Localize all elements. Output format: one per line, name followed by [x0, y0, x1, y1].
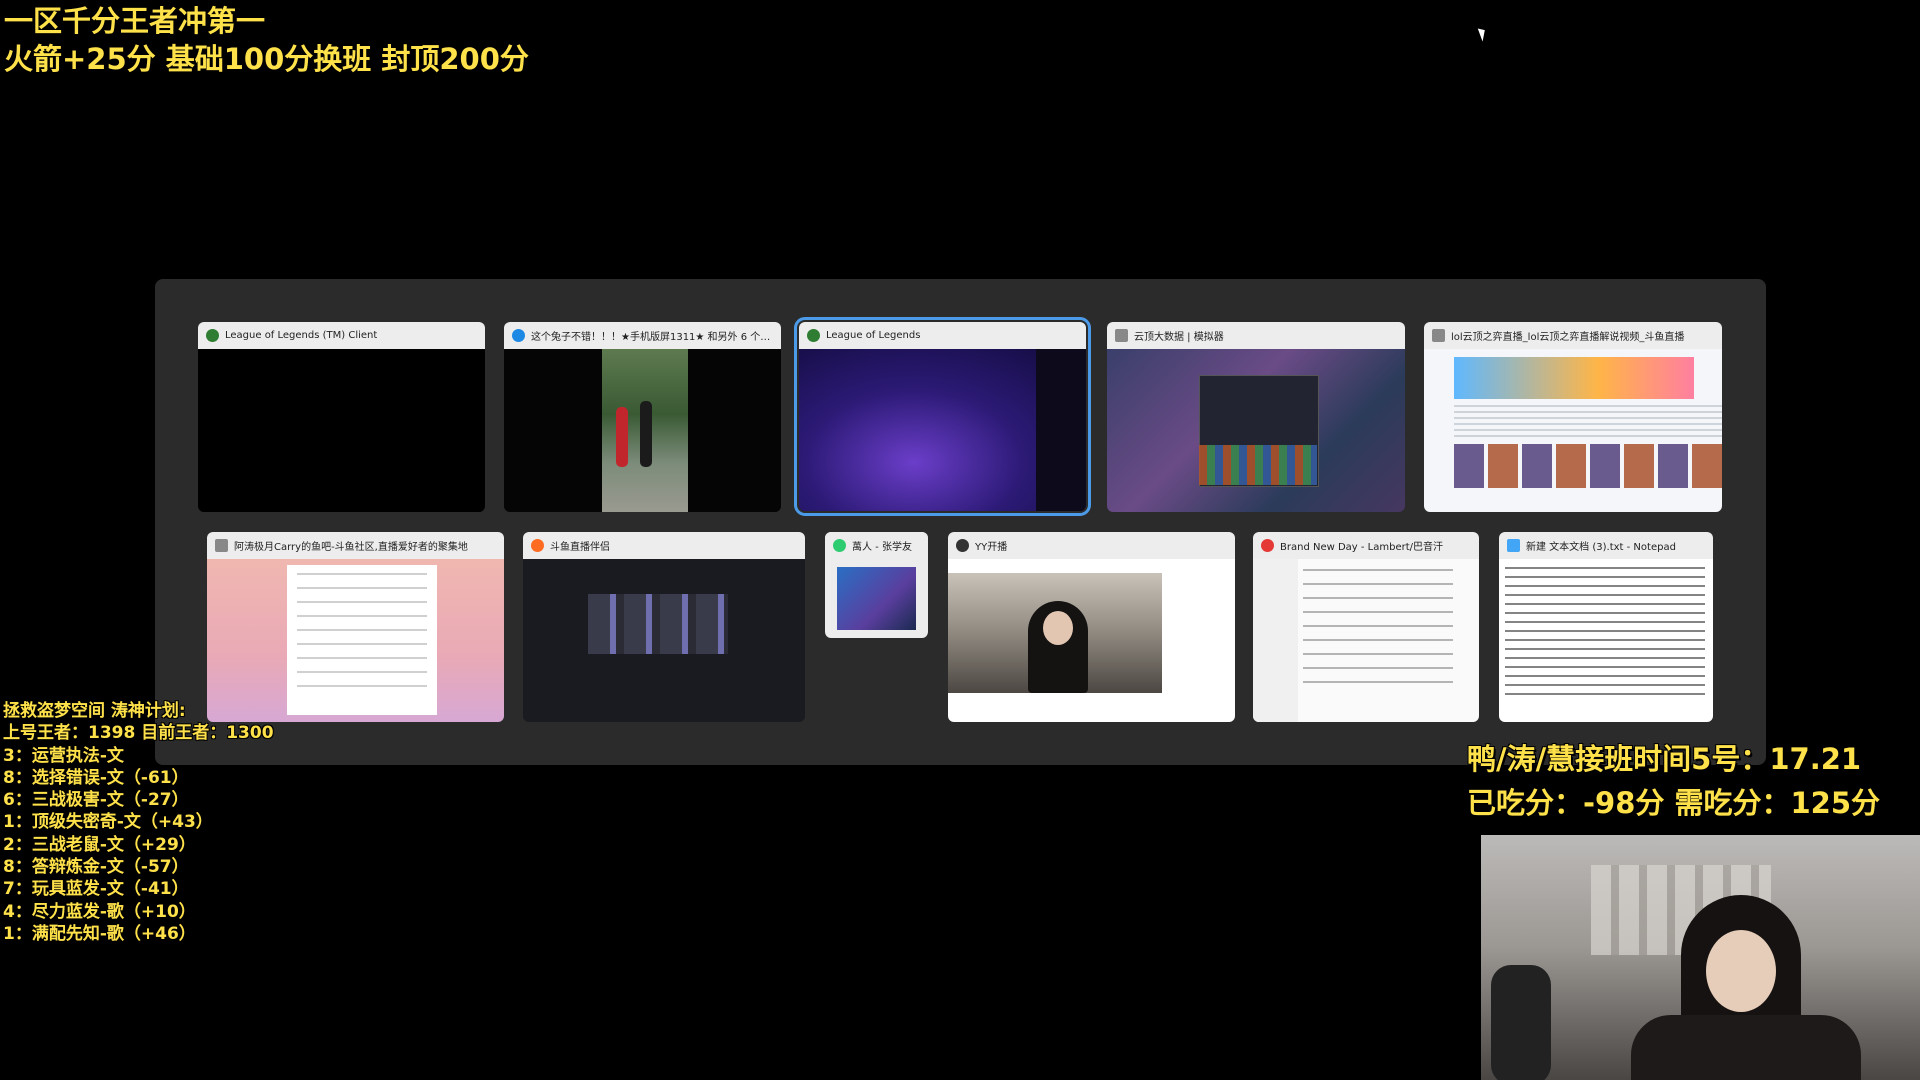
music-app-icon [833, 539, 846, 552]
window-title: 斗鱼直播伴侣 [550, 542, 610, 553]
plan-entry: 1：顶级失密奇-文（+43） [3, 812, 213, 833]
window-title: 这个兔子不错！！！★手机版屏1311★ 和另外 6 个页面 - 用... [531, 332, 773, 343]
window-thumbnail-music-player[interactable]: 萬人 - 张学友 [825, 532, 928, 638]
window-preview [1424, 349, 1722, 512]
window-preview [1499, 559, 1713, 722]
window-preview [207, 559, 504, 722]
shift-overlay: 鸭/涛/慧接班时间5号：17.21 已吃分：-98分 需吃分：125分 [1467, 737, 1880, 825]
lol-icon [807, 329, 820, 342]
window-title: YY开播 [975, 542, 1008, 553]
window-title: 阿涛极月Carry的鱼吧-斗鱼社区,直播爱好者的聚集地 [234, 542, 468, 553]
plan-entry: 6：三战极害-文（-27） [3, 790, 189, 811]
yy-icon [956, 539, 969, 552]
window-title: 萬人 - 张学友 [852, 542, 912, 553]
app-window-icon [1115, 329, 1128, 342]
window-thumbnail-tft-simulator[interactable]: 云顶大数据 | 模拟器 [1107, 322, 1405, 512]
window-title: League of Legends [826, 330, 921, 341]
stream-title-line2: 火箭+25分 基础100分换班 封顶200分 [4, 42, 529, 76]
plan-stats: 上号王者：1398 目前王者：1300 [3, 723, 274, 744]
window-title: 新建 文本文档 (3).txt - Notepad [1526, 542, 1676, 553]
stream-title-line1: 一区千分王者冲第一 [4, 4, 266, 38]
plan-entry: 4：尽力蓝发-歌（+10） [3, 901, 196, 922]
window-preview [1253, 559, 1479, 722]
window-thumbnail-douyu-forum[interactable]: 阿涛极月Carry的鱼吧-斗鱼社区,直播爱好者的聚集地 [207, 532, 504, 722]
window-title: lol云顶之弈直播_lol云顶之弈直播解说视频_斗鱼直播 [1451, 332, 1685, 343]
plan-entry: 3：运营执法-文 [3, 745, 124, 766]
app-window-icon [215, 539, 228, 552]
score-info: 已吃分：-98分 需吃分：125分 [1467, 786, 1881, 820]
window-thumbnail-notepad[interactable]: 新建 文本文档 (3).txt - Notepad [1499, 532, 1713, 722]
window-preview [504, 349, 781, 512]
shift-time: 鸭/涛/慧接班时间5号：17.21 [1467, 742, 1862, 776]
window-title: 云顶大数据 | 模拟器 [1134, 332, 1224, 343]
stream-title-overlay: 一区千分王者冲第一 火箭+25分 基础100分换班 封顶200分 [4, 2, 529, 78]
plan-entry: 2：三战老鼠-文（+29） [3, 834, 196, 855]
window-preview [948, 559, 1235, 722]
window-thumbnail-douyu-live[interactable]: lol云顶之弈直播_lol云顶之弈直播解说视频_斗鱼直播 [1424, 322, 1722, 512]
window-preview [799, 349, 1086, 511]
mouse-cursor-icon [1477, 26, 1489, 42]
window-thumbnail-lol-client[interactable]: League of Legends (TM) Client [198, 322, 485, 512]
window-title: Brand New Day - Lambert/巴音汗 [1280, 542, 1444, 553]
plan-entry: 8：选择错误-文（-61） [3, 767, 189, 788]
webcam-feed [1481, 835, 1920, 1080]
app-window-icon [1432, 329, 1445, 342]
plan-entry: 8：答辩炼金-文（-57） [3, 857, 189, 878]
window-title: League of Legends (TM) Client [225, 330, 378, 341]
douyu-icon [531, 539, 544, 552]
window-thumbnail-yy-live[interactable]: YY开播 [948, 532, 1235, 722]
notepad-icon [1507, 539, 1520, 552]
window-thumbnail-lol-game[interactable]: League of Legends [794, 317, 1091, 516]
netease-music-icon [1261, 539, 1274, 552]
lol-icon [206, 329, 219, 342]
plan-heading: 拯救盗梦空间 涛神计划: [3, 701, 186, 721]
edge-browser-icon [512, 329, 525, 342]
window-preview [523, 559, 805, 722]
window-preview [1107, 349, 1405, 512]
task-switcher: League of Legends (TM) Client 这个兔子不错！！！★… [155, 279, 1766, 765]
window-preview [198, 349, 485, 512]
plan-overlay: 拯救盗梦空间 涛神计划: 上号王者：1398 目前王者：1300 3：运营执法-… [3, 700, 274, 945]
plan-entry: 7：玩具蓝发-文（-41） [3, 879, 189, 900]
window-thumbnail-netease-music[interactable]: Brand New Day - Lambert/巴音汗 [1253, 532, 1479, 722]
window-thumbnail-edge-browser[interactable]: 这个兔子不错！！！★手机版屏1311★ 和另外 6 个页面 - 用... [504, 322, 781, 512]
album-cover [837, 567, 916, 630]
window-thumbnail-douyu-companion[interactable]: 斗鱼直播伴侣 [523, 532, 805, 722]
plan-entry: 1：满配先知-歌（+46） [3, 923, 196, 944]
